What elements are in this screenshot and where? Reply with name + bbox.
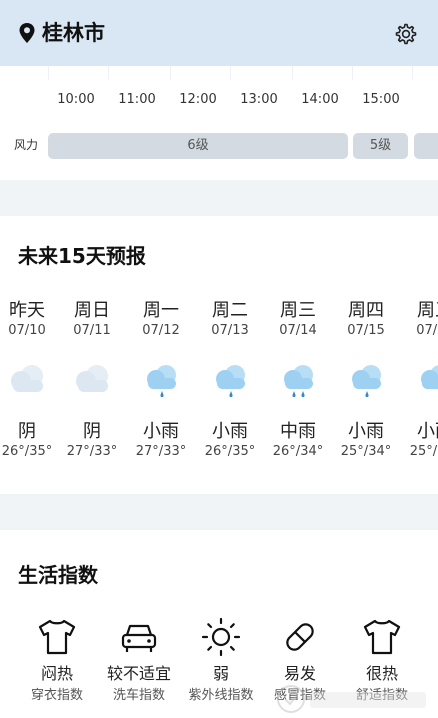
day-name: 周五 <box>417 300 438 321</box>
car-icon <box>121 624 157 652</box>
life-index-carwash[interactable]: 较不适宜 洗车指数 <box>101 616 177 704</box>
hourly-forecast[interactable]: 10:00 11:00 12:00 13:00 14:00 15:00 风力 6… <box>0 66 438 180</box>
wind-segment: 6级 <box>48 133 348 159</box>
grid-line <box>48 66 49 80</box>
day-date: 07/13 <box>211 323 249 338</box>
grid-line <box>108 66 109 80</box>
day-date: 07/12 <box>142 323 180 338</box>
grid-line <box>230 66 231 80</box>
hour-label: 14:00 <box>301 92 339 107</box>
life-index-title: 生活指数 <box>18 563 98 587</box>
life-index-label: 紫外线指数 <box>188 688 254 703</box>
hour-label: 10:00 <box>57 92 95 107</box>
hour-label: 12:00 <box>179 92 217 107</box>
day-condition: 阴 <box>18 421 36 442</box>
day-condition: 小雨 <box>212 421 248 442</box>
light-rain-icon <box>147 365 176 398</box>
app-header: 桂林市 <box>0 0 438 66</box>
tshirt-icon <box>363 619 401 655</box>
life-index-clothing[interactable]: 闷热 穿衣指数 <box>19 616 95 704</box>
day-name: 周一 <box>143 300 179 321</box>
day-condition: 小雨 <box>417 421 438 442</box>
moderate-rain-icon <box>284 365 313 398</box>
life-index-label: 洗车指数 <box>112 688 165 703</box>
map-pin-icon <box>19 23 35 43</box>
day-temp: 27°/33° <box>66 444 118 459</box>
day-date: 07/14 <box>279 323 317 338</box>
day-condition: 小雨 <box>348 421 384 442</box>
grid-line <box>352 66 353 80</box>
day-temp: 27°/33° <box>135 444 187 459</box>
light-rain-icon <box>421 365 438 389</box>
light-rain-icon <box>352 365 381 398</box>
city-name: 桂林市 <box>42 21 105 45</box>
cloudy-icon <box>11 365 43 392</box>
day-name: 周二 <box>212 300 248 321</box>
day-date: 07/11 <box>73 323 111 338</box>
day-name: 昨天 <box>9 300 45 321</box>
life-index-label: 穿衣指数 <box>30 688 83 703</box>
day-temp: 26°/35° <box>204 444 256 459</box>
day-temp: 25°/34° <box>340 444 392 459</box>
life-index-value: 易发 <box>283 664 316 683</box>
light-rain-icon <box>216 365 245 398</box>
day-date: 07/10 <box>8 323 46 338</box>
forecast-day-partial[interactable]: 周五 07/16 小雨 25°/34° <box>400 0 438 470</box>
section-divider <box>0 494 438 530</box>
life-index-value: 闷热 <box>40 664 73 683</box>
day-condition: 阴 <box>83 421 101 442</box>
day-date: 07/16 <box>416 323 438 338</box>
watermark-logo <box>277 685 426 713</box>
grid-line <box>292 66 293 80</box>
cloudy-icon <box>76 365 108 392</box>
life-index-uv[interactable]: 弱 紫外线指数 <box>183 616 259 704</box>
pill-icon <box>286 623 314 651</box>
grid-line <box>170 66 171 80</box>
wind-label: 风力 <box>14 138 39 152</box>
section-divider <box>0 180 438 216</box>
day-name: 周三 <box>280 300 316 321</box>
day-condition: 小雨 <box>143 421 179 442</box>
tshirt-icon <box>38 619 76 655</box>
forecast-title: 未来15天预报 <box>18 244 146 268</box>
day-name: 周四 <box>348 300 384 321</box>
life-index-value: 很热 <box>365 664 398 683</box>
day-temp: 26°/35° <box>1 444 53 459</box>
day-condition: 中雨 <box>280 421 316 442</box>
hour-label: 13:00 <box>240 92 278 107</box>
day-temp: 26°/34° <box>272 444 324 459</box>
day-name: 周日 <box>74 300 110 321</box>
location-selector[interactable]: 桂林市 <box>18 20 105 46</box>
life-index-value: 较不适宜 <box>106 664 171 683</box>
day-temp: 25°/34° <box>409 444 438 459</box>
hour-label: 11:00 <box>118 92 156 107</box>
sun-icon <box>201 617 241 657</box>
life-index-value: 弱 <box>212 664 229 683</box>
day-date: 07/15 <box>347 323 385 338</box>
